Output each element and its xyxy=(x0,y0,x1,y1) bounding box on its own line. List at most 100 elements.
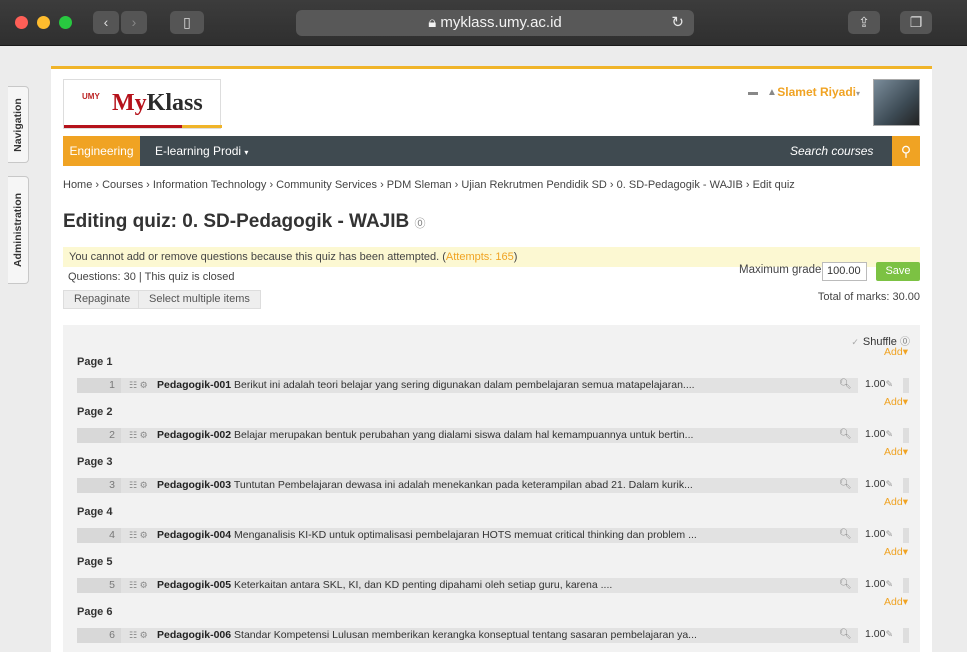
max-grade-label: Maximum grade xyxy=(739,264,822,276)
add-question-menu[interactable]: Add▾ xyxy=(884,496,908,508)
reload-icon[interactable]: ↻ xyxy=(671,10,684,36)
edit-mark-icon[interactable]: ✎ xyxy=(885,429,893,439)
brand-name: MyKlass xyxy=(112,90,203,116)
preview-icon[interactable]: 🔍︎ xyxy=(839,579,852,590)
question-number: 4 xyxy=(77,528,121,543)
share-icon: ⇪ xyxy=(858,14,870,30)
address-bar[interactable]: 🔒︎ myklass.umy.ac.id ↻ xyxy=(296,10,694,36)
main-navbar: Engineering E-learning Prodi ▾ Search co… xyxy=(63,136,920,166)
question-number: 5 xyxy=(77,578,121,593)
question-type-icon[interactable]: ☷ ⚙ xyxy=(129,378,148,393)
preview-icon[interactable]: 🔍︎ xyxy=(839,629,852,640)
zoom-window-button[interactable] xyxy=(59,16,72,29)
edit-mark-icon[interactable]: ✎ xyxy=(885,579,893,589)
question-row: 2 ☷ ⚙ Pedagogik-002 Belajar merupakan bent… xyxy=(77,428,858,443)
back-button[interactable]: ‹ xyxy=(93,11,119,34)
add-question-menu[interactable]: Add▾ xyxy=(884,596,908,608)
chevron-left-icon: ‹ xyxy=(103,14,109,30)
sidebar-icon: ▯ xyxy=(183,14,191,30)
total-marks: Total of marks: 30.00 xyxy=(817,291,920,303)
question-mark[interactable]: 1.00✎ xyxy=(865,628,893,640)
preview-icon[interactable]: 🔍︎ xyxy=(839,529,852,540)
question-mark[interactable]: 1.00✎ xyxy=(865,428,893,440)
help-icon[interactable]: ⓪ xyxy=(415,218,426,230)
add-question-menu[interactable]: Add▾ xyxy=(884,346,908,358)
nav-engineering[interactable]: Engineering xyxy=(63,136,140,166)
lock-icon: 🔒︎ xyxy=(428,14,437,31)
question-mark[interactable]: 1.00✎ xyxy=(865,378,893,390)
question-title[interactable]: Pedagogik-004 Menganalisis KI-KD untuk o… xyxy=(157,528,797,543)
question-mark[interactable]: 1.00✎ xyxy=(865,528,893,540)
question-title[interactable]: Pedagogik-002 Belajar merupakan bentuk p… xyxy=(157,428,797,443)
question-title[interactable]: Pedagogik-001 Berikut ini adalah teori b… xyxy=(157,378,797,393)
preview-icon[interactable]: 🔍︎ xyxy=(839,379,852,390)
page-label: Page 2 xyxy=(77,406,113,418)
question-type-icon[interactable]: ☷ ⚙ xyxy=(129,578,148,593)
shuffle-checkbox[interactable]: ✓ xyxy=(851,337,859,347)
search-button[interactable]: ⚲ xyxy=(892,136,920,166)
administration-tab[interactable]: Administration xyxy=(8,176,29,284)
navigation-tab[interactable]: Navigation xyxy=(8,86,29,163)
close-window-button[interactable] xyxy=(15,16,28,29)
question-type-icon[interactable]: ☷ ⚙ xyxy=(129,528,148,543)
question-row: 5 ☷ ⚙ Pedagogik-005 Keterkaitan antara SKL… xyxy=(77,578,858,593)
moodle-page: UMY MyKlass ▬ ▲ Slamet Riyadi▾ Engineeri… xyxy=(51,66,932,652)
select-multiple-button[interactable]: Select multiple items xyxy=(138,290,261,309)
question-title[interactable]: Pedagogik-006 Standar Kompetensi Lulusan… xyxy=(157,628,797,643)
edit-mark-icon[interactable]: ✎ xyxy=(885,629,893,639)
question-mark[interactable]: 1.00✎ xyxy=(865,578,893,590)
edit-mark-icon[interactable]: ✎ xyxy=(885,529,893,539)
tabs-overview-button[interactable]: ❐ xyxy=(900,11,932,34)
notifications-icon[interactable]: ▲ xyxy=(767,87,777,98)
edit-mark-icon[interactable]: ✎ xyxy=(885,379,893,389)
question-row: 1 ☷ ⚙ Pedagogik-001 Berikut ini adalah teo… xyxy=(77,378,858,393)
add-question-menu[interactable]: Add▾ xyxy=(884,546,908,558)
question-list: ✓ Shuffle ⓪ Add▾ Page 1 1 ☷ ⚙ Pedagogik-001 B… xyxy=(63,325,920,652)
page-label: Page 5 xyxy=(77,556,113,568)
messages-icon[interactable]: ▬ xyxy=(748,87,758,98)
max-grade-input[interactable]: 100.00 xyxy=(822,262,867,281)
breadcrumb[interactable]: Home › Courses › Information Technology … xyxy=(63,179,795,191)
sidebar-toggle-button[interactable]: ▯ xyxy=(170,11,204,34)
add-question-menu[interactable]: Add▾ xyxy=(884,446,908,458)
question-number: 1 xyxy=(77,378,121,393)
logo-underline-accent xyxy=(182,125,222,128)
question-title[interactable]: Pedagogik-003 Tuntutan Pembelajaran dewa… xyxy=(157,478,797,493)
question-type-icon[interactable]: ☷ ⚙ xyxy=(129,628,148,643)
logo-underline xyxy=(64,125,182,128)
forward-button[interactable]: › xyxy=(121,11,147,34)
administration-tab-label: Administration xyxy=(12,192,24,268)
repaginate-button[interactable]: Repaginate xyxy=(63,290,142,309)
edit-mark-icon[interactable]: ✎ xyxy=(885,479,893,489)
question-number: 6 xyxy=(77,628,121,643)
share-button[interactable]: ⇪ xyxy=(848,11,880,34)
add-question-menu[interactable]: Add▾ xyxy=(884,396,908,408)
search-icon: ⚲ xyxy=(900,143,912,159)
page-label: Page 1 xyxy=(77,356,113,368)
browser-toolbar: ‹ › ▯ 🔒︎ myklass.umy.ac.id ↻ ⇪ ❐ xyxy=(0,0,967,46)
avatar[interactable] xyxy=(873,79,920,126)
minimize-window-button[interactable] xyxy=(37,16,50,29)
question-title[interactable]: Pedagogik-005 Keterkaitan antara SKL, KI… xyxy=(157,578,797,593)
question-type-icon[interactable]: ☷ ⚙ xyxy=(129,478,148,493)
save-button[interactable]: Save xyxy=(876,262,920,281)
myklass-logo[interactable]: UMY MyKlass xyxy=(63,79,222,129)
attempts-link[interactable]: Attempts: 165 xyxy=(446,251,514,263)
page-label: Page 3 xyxy=(77,456,113,468)
umy-logo-text: UMY xyxy=(82,92,100,101)
question-row-end xyxy=(903,428,909,443)
page-title: Editing quiz: 0. SD-Pedagogik - WAJIB ⓪ xyxy=(63,211,426,232)
url-text: myklass.umy.ac.id xyxy=(440,14,562,31)
preview-icon[interactable]: 🔍︎ xyxy=(839,429,852,440)
question-row-end xyxy=(903,528,909,543)
search-courses-input[interactable]: Search courses xyxy=(776,136,892,166)
preview-icon[interactable]: 🔍︎ xyxy=(839,479,852,490)
question-row-end xyxy=(903,578,909,593)
tabs-icon: ❐ xyxy=(909,14,923,30)
question-mark[interactable]: 1.00✎ xyxy=(865,478,893,490)
nav-elearning-prodi[interactable]: E-learning Prodi ▾ xyxy=(155,136,248,168)
question-type-icon[interactable]: ☷ ⚙ xyxy=(129,428,148,443)
user-menu[interactable]: Slamet Riyadi▾ xyxy=(777,85,860,99)
question-number: 2 xyxy=(77,428,121,443)
question-row-end xyxy=(903,478,909,493)
